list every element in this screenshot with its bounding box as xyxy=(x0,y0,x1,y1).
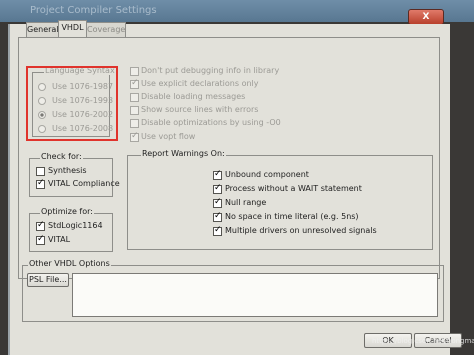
check-mark-icon: ✓ xyxy=(131,131,139,141)
warning-process-without-wait: Process without a WAIT statement xyxy=(225,184,362,193)
check-mark-icon: ✓ xyxy=(214,197,222,207)
option-disable-loading-messages: Disable loading messages xyxy=(141,92,246,101)
check-mark-icon: ✓ xyxy=(37,178,45,188)
report-warnings-legend: Report Warnings On: xyxy=(141,149,226,158)
option-disable-optimizations: Disable optimizations by using -O0 xyxy=(141,118,281,127)
source-watermark: https://blog.csdn.net/hongmaokong xyxy=(372,337,474,345)
checkbox-vital[interactable]: ✓ xyxy=(36,234,45,245)
checkbox-synthesis[interactable] xyxy=(36,167,45,176)
highlight-annotation-box xyxy=(26,66,118,141)
checkbox-explicit-declarations[interactable]: ✓ xyxy=(130,78,139,89)
tab-general[interactable]: General xyxy=(26,22,59,37)
checkbox-multiple-drivers[interactable]: ✓ xyxy=(213,225,222,236)
check-mark-icon: ✓ xyxy=(37,220,45,230)
checkbox-process-without-wait[interactable]: ✓ xyxy=(213,183,222,194)
check-mark-icon: ✓ xyxy=(214,211,222,221)
psl-file-button[interactable]: PSL File... xyxy=(27,273,69,287)
checkbox-vital-compliance[interactable]: ✓ xyxy=(36,178,45,189)
check-mark-icon: ✓ xyxy=(131,78,139,88)
checkbox-no-debug-info[interactable] xyxy=(130,67,139,76)
other-vhdl-options-legend: Other VHDL Options xyxy=(28,259,111,268)
tab-coverage[interactable]: Coverage xyxy=(86,22,126,37)
optimize-for-legend: Optimize for: xyxy=(40,207,94,216)
optimize-for-group xyxy=(29,213,113,252)
option-explicit-declarations: Use explicit declarations only xyxy=(141,79,259,88)
warning-no-space-time-literal: No space in time literal (e.g. 5ns) xyxy=(225,212,359,221)
tab-vhdl[interactable]: VHDL xyxy=(58,20,87,38)
window-titlebar: Project Compiler Settings X xyxy=(0,0,474,25)
checkbox-no-space-time-literal[interactable]: ✓ xyxy=(213,211,222,222)
check-mark-icon: ✓ xyxy=(214,169,222,179)
checkbox-vopt-flow[interactable]: ✓ xyxy=(130,131,139,142)
option-vopt-flow: Use vopt flow xyxy=(141,132,196,141)
checkbox-disable-loading-messages[interactable] xyxy=(130,93,139,102)
optimize-stdlogic1164-label: StdLogic1164 xyxy=(48,221,103,230)
check-synthesis-label: Synthesis xyxy=(48,166,87,175)
check-vital-compliance-label: VITAL Compliance xyxy=(48,179,120,188)
checkbox-null-range[interactable]: ✓ xyxy=(213,197,222,208)
checkbox-stdlogic1164[interactable]: ✓ xyxy=(36,220,45,231)
option-no-debug-info: Don't put debugging info in library xyxy=(141,66,280,75)
optimize-vital-label: VITAL xyxy=(48,235,71,244)
check-for-legend: Check for: xyxy=(40,152,83,161)
warning-multiple-drivers: Multiple drivers on unresolved signals xyxy=(225,226,377,235)
check-mark-icon: ✓ xyxy=(37,234,45,244)
check-mark-icon: ✓ xyxy=(214,183,222,193)
warning-unbound-component: Unbound component xyxy=(225,170,309,179)
checkbox-unbound-component[interactable]: ✓ xyxy=(213,169,222,180)
option-show-source-lines: Show source lines with errors xyxy=(141,105,259,114)
checkbox-show-source-lines[interactable] xyxy=(130,106,139,115)
window-close-button[interactable]: X xyxy=(408,9,444,25)
warning-null-range: Null range xyxy=(225,198,267,207)
check-mark-icon: ✓ xyxy=(214,225,222,235)
other-vhdl-options-textarea[interactable] xyxy=(72,273,438,317)
window-title: Project Compiler Settings xyxy=(30,5,157,16)
checkbox-disable-optimizations[interactable] xyxy=(130,119,139,128)
